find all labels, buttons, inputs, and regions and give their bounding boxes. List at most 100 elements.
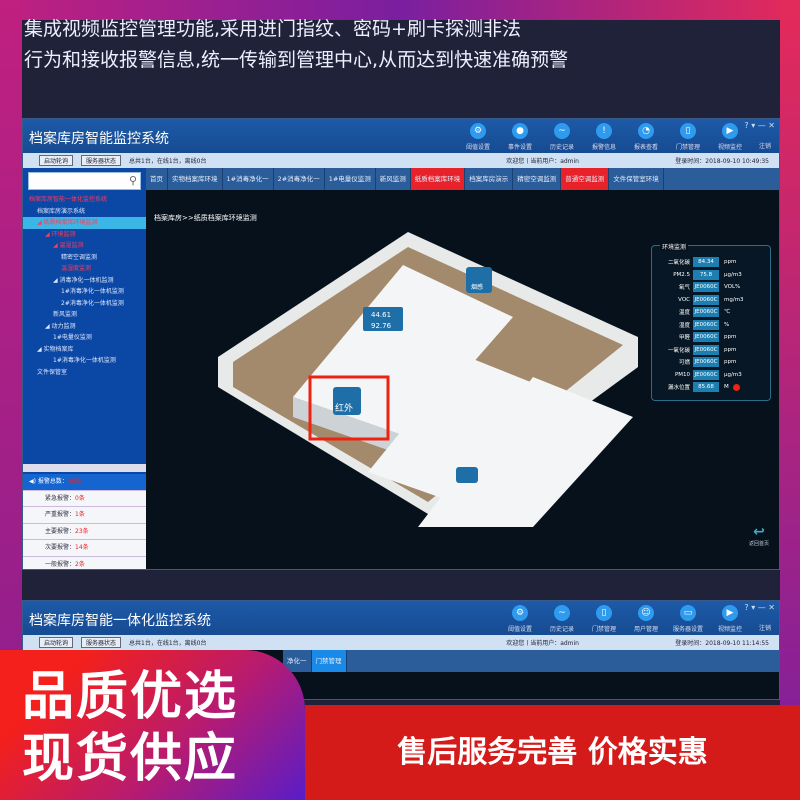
logout-button[interactable]: 注销 [759, 141, 771, 150]
tool-button[interactable]: ▶ 视频监控 [711, 123, 749, 151]
tool-button[interactable]: ▭ 服务器设置 [669, 605, 707, 633]
alarm-item[interactable]: 次要报警：14条 [23, 540, 146, 557]
tree-item[interactable]: ◢ 动力监测 [23, 321, 146, 333]
alarm-item[interactable]: 严重报警：1条 [23, 507, 146, 524]
env-unit: mg/m3 [724, 296, 744, 303]
tab[interactable]: 1#电量仪监测 [325, 168, 376, 190]
alarm-label: 主要报警： [45, 527, 76, 535]
tree-item[interactable]: ◢ 环境监测 [23, 229, 146, 241]
alarm-count: 23条 [75, 527, 89, 535]
tree-item[interactable]: 精密空调监测 [23, 252, 146, 264]
tab[interactable]: 精密空调监测 [513, 168, 562, 190]
tab[interactable]: 首页 [146, 168, 168, 190]
promo-banner: 售后服务完善 价格实惠 [305, 705, 800, 800]
back-label: 返回首页 [748, 541, 769, 547]
env-panel-title: 环境监测 [660, 242, 689, 251]
tree-item[interactable]: 文件保管室 [23, 367, 146, 379]
tab[interactable]: 档案库房演示 [465, 168, 514, 190]
humidity-value: 92.76 [371, 322, 392, 330]
server-status-button[interactable]: 服务器状态 [81, 155, 122, 166]
tool-button[interactable]: ☺ 用户管理 [627, 605, 665, 633]
start-polling-button[interactable]: 启动轮询 [39, 637, 74, 648]
alarm-item[interactable]: 主要报警：23条 [23, 523, 146, 540]
title-bar: 档案库房智能监控系统 ⚙ 阈值设置 ● 事件设置 ~ 历史记录! 报警信息 ◔ 报表查看 ▯ 门禁管… [23, 119, 779, 153]
tab[interactable]: 新风监测 [376, 168, 411, 190]
tab[interactable]: 实物档案库环境 [168, 168, 223, 190]
tree-item[interactable]: 1#电量仪监测 [23, 332, 146, 344]
login-time: 登录时间：2018-09-10 10:49:35 [675, 158, 769, 165]
tab[interactable]: 门禁管理 [311, 650, 347, 672]
tool-button[interactable]: ~ 历史记录 [543, 605, 581, 633]
tree-item[interactable]: 2#消毒净化一体机监测 [23, 298, 146, 310]
tab[interactable]: 普通空调监测 [561, 168, 610, 190]
status-bar: 启动轮询 服务器状态 总共1台，在线1台，离线0台 欢迎您丨当前用户：admin… [23, 635, 779, 650]
intro-text: 集成视频监控管理功能,采用进门指纹、密码+刷卡探测非法 行为和接收报警信息,统一… [24, 14, 568, 76]
environment-panel: 环境监测 二氧化碳 84.34 ppm PM2.5 75.8 μg/m3 氧气 JE0060C… [651, 242, 771, 401]
window-controls[interactable]: ? ▾ — ✕ [744, 603, 775, 612]
tool-label: 阈值设置 [465, 144, 490, 151]
env-unit: ppm [724, 259, 737, 266]
tool-button[interactable]: ~ 历史记录 [543, 123, 581, 151]
tree-item[interactable]: 1#消毒净化一体机监测 [23, 286, 146, 298]
tab[interactable]: 纸质档案库环境 [410, 168, 466, 190]
tool-label: 阈值设置 [507, 626, 532, 633]
tree-item[interactable]: ◢ 实物档案库 [23, 344, 146, 356]
start-polling-button[interactable]: 启动轮询 [39, 155, 74, 166]
alarm-count: 14条 [75, 544, 89, 551]
tool-label: 事件设置 [507, 144, 532, 151]
env-row: 漏水位置 85.68 M [655, 381, 767, 394]
intro-line-2: 行为和接收报警信息,统一传输到管理中心,从而达到快速准确预警 [24, 49, 569, 71]
logout-button[interactable]: 注销 [759, 623, 771, 632]
tree-item[interactable]: ◢ 温湿监测 [23, 240, 146, 252]
env-label: 甲醛 [678, 335, 690, 342]
horizontal-scrollbar[interactable] [23, 464, 146, 472]
camera-sensor[interactable] [456, 467, 478, 483]
alarm-summary: ◀) 报警总数：40条 紧急报警：0条 严重报警：1条 主要报警：23条 次要报警：1… [23, 474, 146, 569]
env-value: JE0060C [693, 344, 719, 355]
tool-button[interactable]: ● 事件设置 [501, 123, 539, 151]
monitor-window-1: 档案库房智能监控系统 ⚙ 阈值设置 ● 事件设置 ~ 历史记录! 报警信息 ◔ 报表查看 ▯ 门禁管… [22, 118, 780, 570]
env-row: PM2.5 75.8 μg/m3 [655, 269, 767, 282]
env-value: JE0060C [693, 369, 719, 380]
promo-line-2: 现货供应 [22, 729, 239, 789]
tool-button[interactable]: ▯ 门禁管理 [669, 123, 707, 151]
env-row: 可燃 JE0060C ppm [655, 356, 767, 369]
env-label: 湿度 [678, 322, 690, 329]
env-row: VOC JE0060C mg/m3 [655, 294, 767, 307]
alarm-item[interactable]: 一般报警：2条 [23, 556, 146, 569]
env-label: 二氧化碳 [667, 260, 690, 267]
tool-button[interactable]: ⚙ 阈值设置 [459, 123, 497, 151]
tree-item[interactable]: ◢ 消毒净化一体机监测 [23, 275, 146, 287]
tree-item[interactable]: 新风监测 [23, 309, 146, 321]
env-label: 一氧化碳 [667, 347, 690, 354]
env-label: 氧气 [678, 285, 690, 292]
tool-button[interactable]: ! 报警信息 [585, 123, 623, 151]
tab[interactable]: 1#消毒净化一 [223, 168, 274, 190]
alarm-total-value: 40条 [67, 478, 82, 485]
alarm-total[interactable]: ◀) 报警总数：40条 [23, 474, 146, 491]
alarm-label: 紧急报警： [45, 494, 76, 502]
tab[interactable]: 2#消毒净化一 [274, 168, 325, 190]
tool-button[interactable]: ⚙ 阈值设置 [501, 605, 539, 633]
intro-line-1: 集成视频监控管理功能,采用进门指纹、密码+刷卡探测非法 [24, 18, 521, 40]
env-value: 84.34 [693, 257, 719, 268]
alarm-label: 次要报警： [45, 544, 76, 551]
tree-item[interactable]: 档案库房智能一体化监控系统 [23, 194, 146, 206]
search-input[interactable]: ⚲ [28, 172, 141, 190]
tool-label: 门禁管理 [591, 626, 616, 633]
tree-item[interactable]: 档案库房演示系统 [23, 206, 146, 218]
temp-value: 44.61 [371, 311, 391, 319]
tool-button[interactable]: ◔ 报表查看 [627, 123, 665, 151]
window-controls[interactable]: ? ▾ — ✕ [744, 121, 775, 130]
back-home-button[interactable]: ↩ 返回首页 [749, 524, 769, 547]
server-status-button[interactable]: 服务器状态 [81, 637, 122, 648]
tree-item[interactable]: ◢ 纸质档案库环境监测 [23, 217, 146, 229]
tool-button[interactable]: ▶ 视频监控 [711, 605, 749, 633]
search-icon[interactable]: ⚲ [129, 174, 137, 187]
tree-item[interactable]: 温湿度监测 [23, 263, 146, 275]
tab[interactable]: 文件保管室环境 [609, 168, 664, 190]
alarm-item[interactable]: 紧急报警：0条 [23, 490, 146, 507]
tree-item[interactable]: 1#消毒净化一体机监测 [23, 355, 146, 367]
env-unit: M [724, 384, 729, 391]
tool-button[interactable]: ▯ 门禁管理 [585, 605, 623, 633]
